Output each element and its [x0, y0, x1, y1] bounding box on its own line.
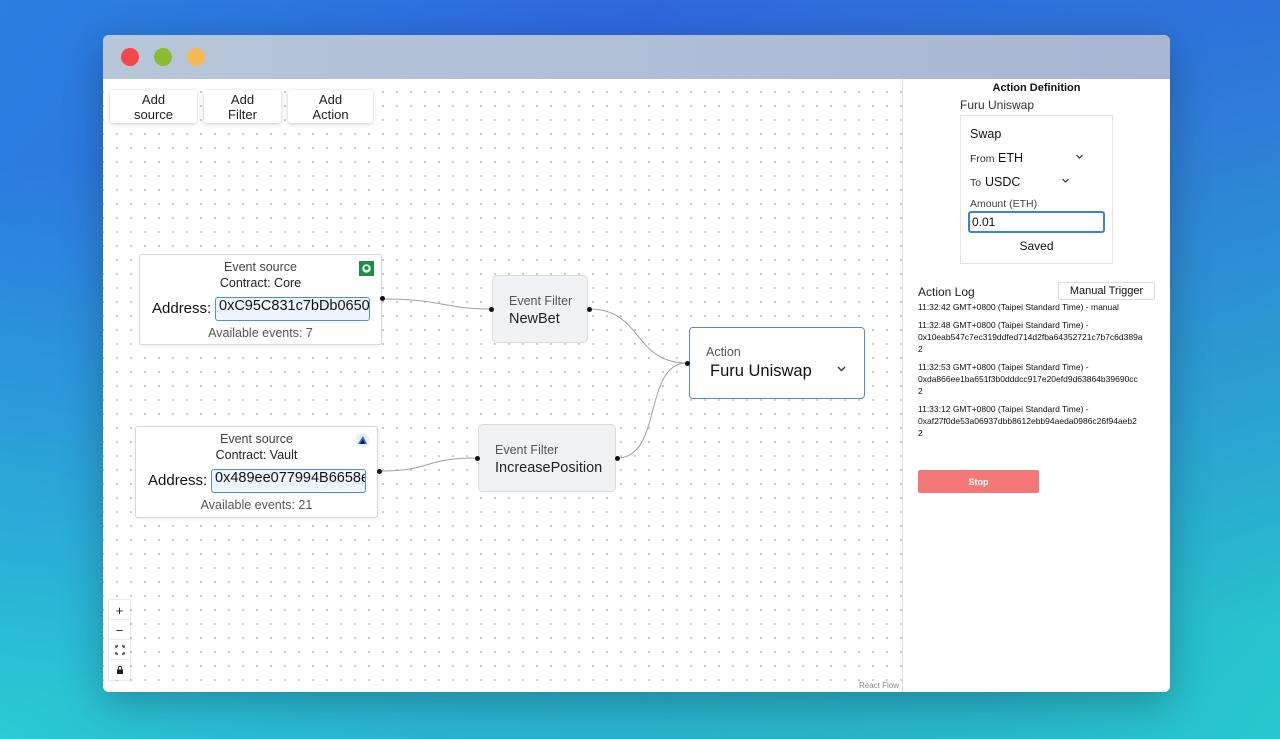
chevron-down-icon[interactable] [1061, 176, 1070, 187]
from-select[interactable]: ETH [998, 151, 1023, 165]
furucombo-logo-icon [359, 261, 374, 276]
swap-definition-box: Swap From ETH To USDC Amount (ETH) Saved [960, 115, 1113, 264]
chevron-down-icon[interactable] [836, 363, 847, 377]
filter-node-increaseposition[interactable]: Event Filter IncreasePosition [478, 424, 616, 492]
filter-node-newbet[interactable]: Event Filter NewBet [492, 275, 588, 343]
filter-name: NewBet [509, 311, 560, 327]
action-definition-panel: Action Definition Furu Uniswap Swap From… [902, 79, 1170, 692]
log-entry: 11:32:53 GMT+0800 (Taipei Standard Time)… [918, 362, 1138, 396]
filter-increase-output-handle[interactable] [615, 456, 620, 461]
add-filter-button[interactable]: Add Filter [204, 90, 281, 123]
manual-trigger-button[interactable]: Manual Trigger [1058, 282, 1155, 300]
lock-icon [115, 663, 125, 678]
chevron-down-icon[interactable] [1075, 152, 1084, 163]
address-input[interactable]: 0x489ee077994B6658e [211, 469, 366, 493]
source-contract: Contract: Vault [215, 448, 298, 462]
filter-newbet-output-handle[interactable] [587, 307, 592, 312]
panel-title: Action Definition [992, 82, 1081, 94]
log-entry: 11:33:12 GMT+0800 (Taipei Standard Time)… [918, 404, 1137, 438]
to-select[interactable]: USDC [985, 175, 1020, 189]
edge-source-core-to-filter-newbet [382, 298, 492, 310]
action-input-handle[interactable] [685, 361, 690, 366]
source-node-vault[interactable]: Event source Contract: Vault Address: 0x… [135, 426, 378, 518]
stop-button[interactable]: Stop [918, 470, 1039, 493]
amount-input[interactable] [968, 211, 1105, 233]
available-events: Available events: 21 [200, 498, 313, 512]
log-entry: 11:32:42 GMT+0800 (Taipei Standard Time)… [918, 302, 1119, 312]
filter-increase-input-handle[interactable] [475, 456, 480, 461]
source-node-core[interactable]: Event source Contract: Core Address: 0xC… [139, 254, 382, 345]
edge-source-vault-to-filter-increase [379, 457, 477, 472]
address-label: Address: [148, 472, 208, 489]
available-events: Available events: 7 [208, 326, 313, 340]
source-vault-output-handle[interactable] [377, 469, 382, 474]
app-window: Add source Add Filter Add Action Event s… [103, 35, 1170, 692]
panel-subtitle: Furu Uniswap [960, 98, 1035, 112]
lock-button[interactable] [109, 660, 130, 680]
to-label: To [970, 177, 982, 189]
action-select-value[interactable]: Furu Uniswap [710, 362, 812, 381]
filter-newbet-input-handle[interactable] [489, 307, 494, 312]
address-input[interactable]: 0xC95C831c7bDb06508 [215, 297, 370, 321]
filter-label: Event Filter [509, 294, 573, 308]
source-core-output-handle[interactable] [380, 296, 385, 301]
window-titlebar [103, 35, 1170, 79]
fit-view-icon [114, 643, 125, 658]
action-log-title: Action Log [918, 285, 975, 299]
saved-button[interactable]: Saved [961, 239, 1112, 253]
add-source-button[interactable]: Add source [110, 90, 197, 123]
zoom-in-button[interactable]: + [109, 600, 130, 620]
filter-label: Event Filter [495, 443, 559, 457]
source-title: Event source [220, 432, 293, 446]
react-flow-attribution[interactable]: React Flow [859, 681, 899, 690]
edge-filter-newbet-to-action [588, 308, 688, 364]
gmx-logo-icon [355, 433, 370, 448]
action-label: Action [706, 345, 741, 359]
fit-view-button[interactable] [109, 640, 130, 660]
filter-name: IncreasePosition [495, 460, 603, 476]
source-title: Event source [224, 260, 297, 274]
zoom-window-button[interactable] [187, 48, 205, 66]
source-contract: Contract: Core [219, 276, 302, 290]
minimize-window-button[interactable] [154, 48, 172, 66]
action-node[interactable]: Action Furu Uniswap [689, 327, 865, 399]
log-entry: 11:32:48 GMT+0800 (Taipei Standard Time)… [918, 320, 1143, 354]
add-action-button[interactable]: Add Action [288, 90, 373, 123]
edge-filter-increase-to-action [616, 362, 688, 459]
swap-label: Swap [970, 127, 1002, 141]
zoom-out-button[interactable]: − [109, 620, 130, 640]
flow-canvas[interactable]: Add source Add Filter Add Action Event s… [103, 79, 902, 692]
amount-label: Amount (ETH) [970, 198, 1038, 210]
from-label: From [970, 153, 995, 165]
close-window-button[interactable] [121, 48, 139, 66]
address-label: Address: [152, 300, 212, 317]
